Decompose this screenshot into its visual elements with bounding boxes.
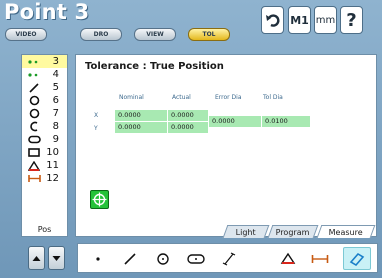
measure-toolbar [77, 243, 378, 273]
row-label-x: X [94, 112, 99, 119]
feature-number: 7 [52, 108, 59, 119]
x-actual-value: 0.0000 [168, 110, 208, 121]
view-button[interactable]: VIEW [134, 28, 176, 41]
feature-item-10[interactable]: 10 [22, 146, 67, 159]
feature-number: 4 [52, 69, 59, 80]
feature-item-12[interactable]: 12 [22, 172, 67, 185]
skew-icon [349, 252, 365, 266]
tol-dia-value: 0.0100 [262, 116, 310, 127]
point-tool[interactable] [84, 247, 112, 270]
distance-icon [27, 172, 41, 185]
feature-item-6[interactable]: 6 [22, 94, 67, 107]
line-icon [124, 252, 136, 265]
feature-list[interactable]: 3 4 5 6 7 8 9 10 11 12 Pos [21, 54, 68, 237]
col-actual: Actual [172, 94, 191, 101]
y-nominal-value: 0.0000 [115, 122, 167, 133]
skew-tool[interactable] [343, 247, 371, 270]
undo-icon[interactable] [261, 6, 284, 34]
line-icon [27, 81, 41, 94]
point-icon [27, 68, 41, 81]
panel-title: Tolerance : True Position [85, 61, 224, 72]
feature-number: 9 [52, 134, 59, 145]
page-title: Point 3 [4, 0, 90, 24]
slot-tool[interactable] [182, 247, 210, 270]
distance-icon [222, 251, 236, 266]
arc-icon [27, 120, 41, 133]
position-target-icon[interactable] [90, 190, 109, 209]
tab-label: Measure [328, 228, 363, 237]
feature-item-7[interactable]: 7 [22, 107, 67, 120]
feature-item-11[interactable]: 11 [22, 159, 67, 172]
angle-tool[interactable] [274, 247, 302, 270]
tab-label: Program [275, 228, 310, 237]
video-button[interactable]: VIDEO [5, 28, 47, 41]
row-label-y: Y [94, 125, 98, 132]
circle-icon [27, 107, 41, 120]
app-window: Point 3 VIDEO DRO VIEW TOL M1 mm ? 3 4 5… [0, 0, 382, 278]
tab-program[interactable]: Program [267, 225, 319, 238]
circle-icon [27, 94, 41, 107]
help-icon[interactable]: ? [340, 6, 363, 34]
feature-number: 10 [46, 147, 59, 158]
memory-icon[interactable]: M1 [288, 6, 311, 34]
units-icon[interactable]: mm [314, 6, 337, 34]
angle-icon [27, 159, 41, 172]
feature-number: 11 [46, 160, 59, 171]
pos-label: Pos [37, 225, 52, 234]
tol-button[interactable]: TOL [188, 28, 230, 41]
tab-measure[interactable]: Measure [316, 225, 376, 238]
dro-button[interactable]: DRO [80, 28, 122, 41]
circle-tool[interactable] [149, 247, 177, 270]
header: Point 3 VIDEO DRO VIEW TOL M1 mm ? [0, 0, 382, 48]
feature-item-5[interactable]: 5 [22, 81, 67, 94]
scroll-up-button[interactable] [28, 246, 45, 270]
feature-item-4[interactable]: 4 [22, 68, 67, 81]
tab-light[interactable]: Light [222, 225, 270, 238]
point-icon [27, 55, 41, 68]
feature-number: 6 [52, 95, 59, 106]
feature-item-8[interactable]: 8 [22, 120, 67, 133]
col-tol-dia: Tol Dia [263, 94, 283, 101]
feature-number: 3 [52, 56, 59, 67]
tab-label: Light [235, 228, 256, 237]
point-icon [96, 256, 100, 261]
distance-tool[interactable] [215, 247, 243, 270]
angle-icon [280, 252, 296, 264]
feature-number: 5 [52, 82, 59, 93]
slot-icon [27, 133, 41, 146]
circle-icon [157, 252, 169, 265]
tolerance-panel: Tolerance : True Position Nominal Actual… [75, 54, 377, 238]
width-tool[interactable] [306, 247, 334, 270]
x-nominal-value: 0.0000 [115, 110, 167, 121]
line-tool[interactable] [116, 247, 144, 270]
col-error-dia: Error Dia [215, 94, 242, 101]
slot-icon [187, 253, 205, 264]
width-icon [311, 254, 329, 263]
rectangle-icon [27, 146, 41, 159]
y-actual-value: 0.0000 [168, 122, 208, 133]
col-nominal: Nominal [119, 94, 144, 101]
scroll-down-button[interactable] [48, 246, 65, 270]
feature-item-3[interactable]: 3 [22, 55, 67, 68]
error-dia-value: 0.0000 [209, 116, 261, 127]
feature-number: 8 [52, 121, 59, 132]
feature-item-9[interactable]: 9 [22, 133, 67, 146]
feature-number: 12 [46, 173, 59, 184]
